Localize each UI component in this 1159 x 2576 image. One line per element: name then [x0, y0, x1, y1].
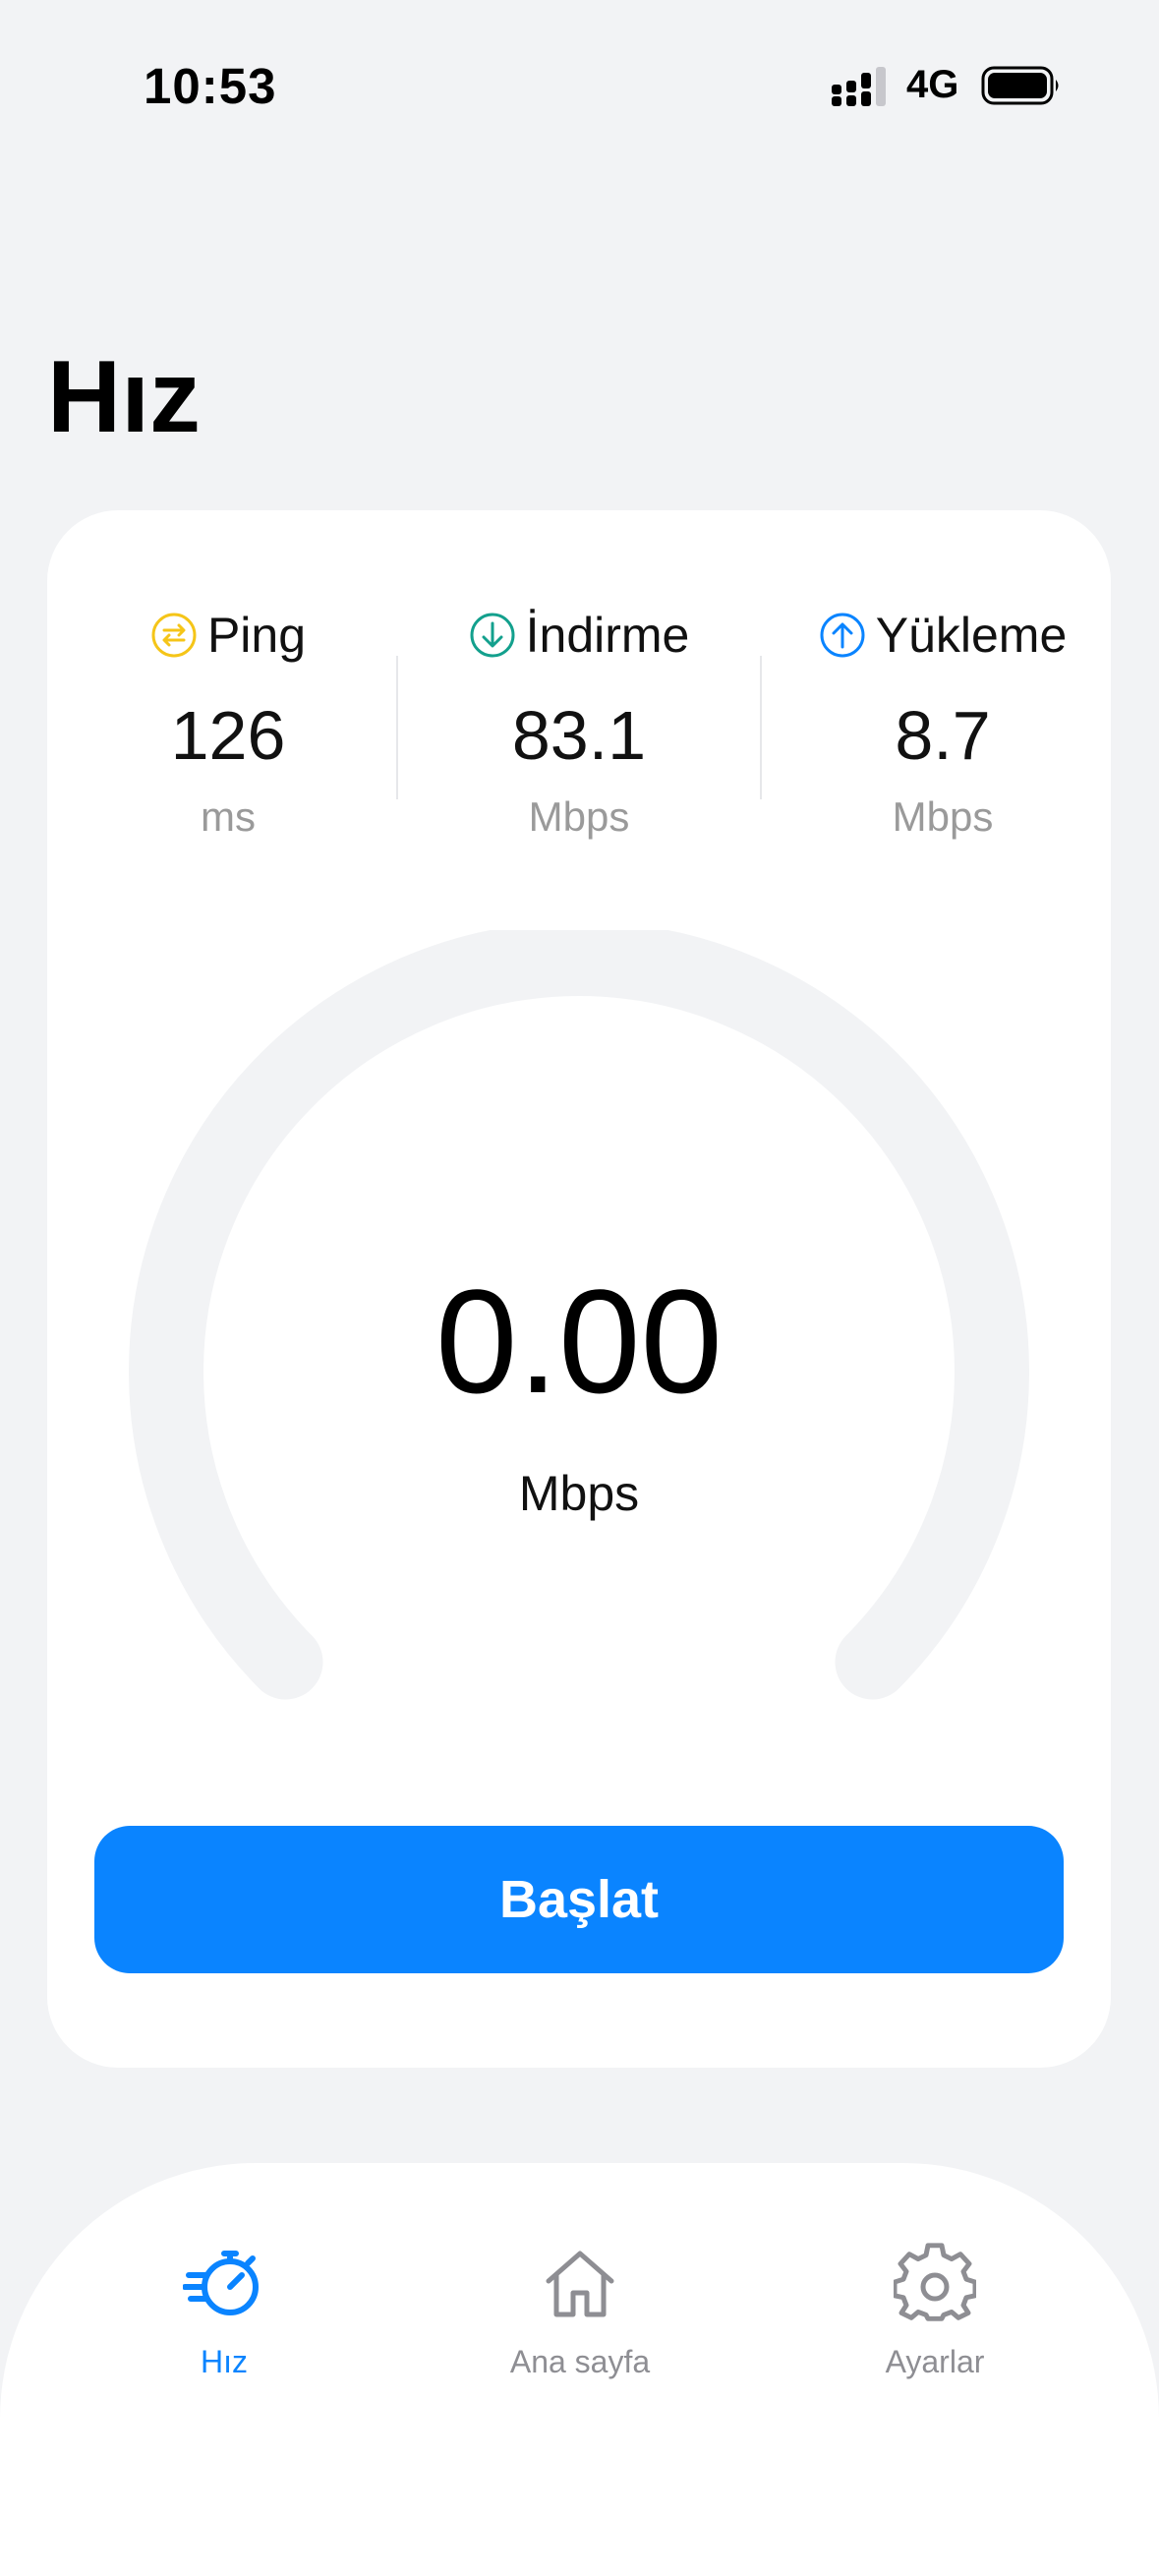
speed-test-card: Ping 126 ms İndirme 83.1 Mbps Yükleme 8.…: [47, 510, 1111, 2068]
metric-value: 83.1: [511, 697, 647, 774]
metric-unit: Mbps: [892, 793, 994, 840]
metric-label: Yükleme: [875, 608, 1068, 663]
gauge-unit: Mbps: [518, 1466, 640, 1521]
download-icon: [470, 613, 515, 658]
start-button[interactable]: Başlat: [94, 1826, 1064, 1973]
metric-value: 8.7: [895, 697, 991, 774]
tab-label: Hız: [201, 2344, 248, 2379]
gear-icon: [894, 2243, 976, 2321]
metric-ping: Ping 126 ms: [47, 604, 409, 842]
page-title: Hız: [47, 340, 201, 454]
metric-download: İndirme 83.1 Mbps: [398, 604, 760, 842]
gauge-value: 0.00: [435, 1259, 723, 1424]
tab-settings[interactable]: Ayarlar: [787, 2242, 1082, 2381]
battery-icon: [981, 66, 1059, 105]
status-time: 10:53: [144, 58, 277, 114]
signal-icon: [832, 67, 886, 106]
tab-label: Ayarlar: [885, 2344, 985, 2379]
tab-label: Ana sayfa: [509, 2344, 651, 2379]
metric-unit: ms: [201, 793, 256, 840]
speedometer-icon: [183, 2251, 259, 2315]
tab-bar: Hız Ana sayfa Ayarlar: [0, 2163, 1159, 2576]
metric-unit: Mbps: [528, 793, 630, 840]
ping-icon: [151, 613, 197, 658]
network-type: 4G: [906, 63, 959, 106]
status-bar: 10:53 4G: [0, 0, 1159, 177]
metric-label: Ping: [206, 608, 307, 663]
tab-speed[interactable]: Hız: [77, 2242, 372, 2381]
metric-label: İndirme: [525, 608, 690, 663]
metric-upload: Yükleme 8.7 Mbps: [762, 604, 1124, 842]
tab-home[interactable]: Ana sayfa: [433, 2242, 727, 2381]
home-icon: [546, 2251, 614, 2317]
upload-icon: [820, 613, 865, 658]
metric-value: 126: [170, 697, 286, 774]
